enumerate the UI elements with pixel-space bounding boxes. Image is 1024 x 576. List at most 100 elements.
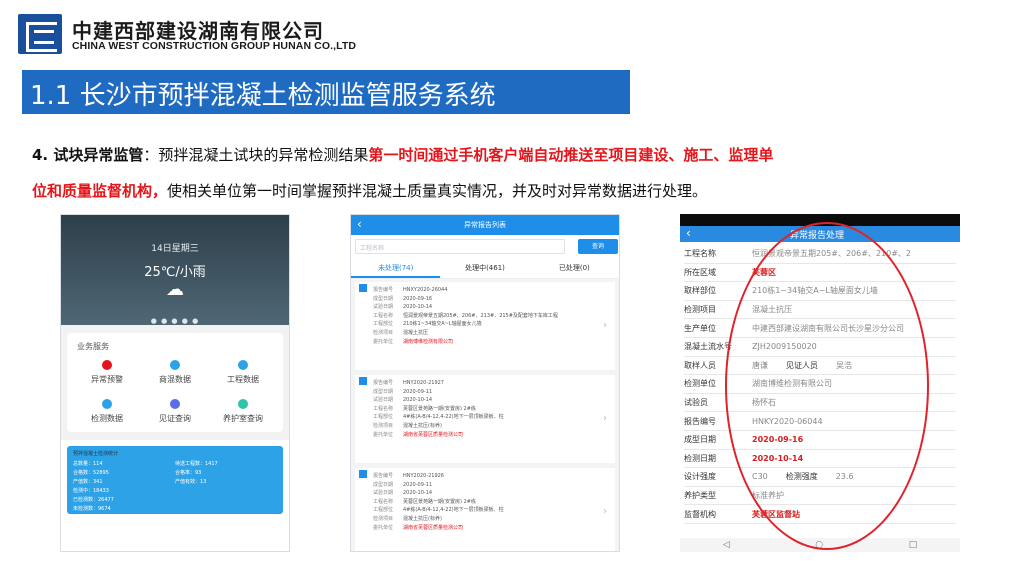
stats-panel: 预拌混凝土检测统计 总数量：114 待送工程数：1417 合格数：52895 合格率：… [67, 446, 283, 514]
field-label: 报告编号 [373, 287, 394, 293]
service-icon [102, 360, 112, 370]
recent-nav-icon[interactable]: □ [909, 540, 918, 550]
stat-item: 已检测数：26477 [73, 497, 114, 503]
detail-label: 试验员 [684, 398, 708, 408]
service-label: 养护室查询 [223, 414, 263, 423]
report-card[interactable]: 报告编号 HNY2020-21927 成型日期 2020-09-11 试验日期 2020-… [355, 375, 615, 463]
home-nav-icon[interactable]: ○ [815, 540, 823, 550]
detail-row: 检测日期 2020-10-14 [684, 450, 956, 469]
service-icon [238, 399, 248, 409]
detail-label: 工程名称 [684, 249, 716, 259]
stats-grid: 总数量：114 待送工程数：1417 合格数：52895 合格率：93 产值数：341 产… [73, 460, 277, 512]
detail-value: HNKY2020-06044 [752, 416, 823, 426]
detail-row: 所在区域 芙蓉区 [684, 264, 956, 283]
service-item[interactable]: 检测数据 [73, 399, 141, 424]
detail-label: 养护类型 [684, 491, 716, 501]
service-label: 见证查询 [159, 414, 191, 423]
report-field: 报告编号 HNXY2020-26044 [373, 286, 609, 295]
field-value: 湖南省芙蓉区质量检测公司 [403, 431, 464, 438]
report-field: 成型日期 2020-09-16 [373, 295, 609, 304]
page-title: 1.1 长沙市预拌混凝土检测监管服务系统 [30, 81, 496, 111]
service-item[interactable]: 养护室查询 [209, 399, 277, 424]
service-label: 工程数据 [227, 375, 259, 384]
detail-row: 报告编号 HNKY2020-06044 [684, 412, 956, 431]
service-icon [238, 360, 248, 370]
carousel-dots[interactable]: ● ● ● ● ● [61, 317, 289, 325]
stat-item: 产值数：341 [73, 479, 103, 485]
detail-value: ZJH2009150020 [752, 342, 817, 352]
service-item[interactable]: 工程数据 [209, 360, 277, 385]
field-value: 2020-10-14 [403, 490, 433, 497]
field-label: 成型日期 [373, 388, 394, 395]
field-label: 委托单位 [373, 524, 394, 531]
weather-temp: 25℃/小雨 [144, 265, 206, 280]
report-field: 工程部位 4#栋(A-B/4-12,4-22)地下一层顶板梁板、柱 [373, 506, 609, 515]
report-card[interactable]: 报告编号 HNY2020-21926 成型日期 2020-09-11 试验日期 2020-… [355, 468, 615, 551]
back-icon[interactable]: ‹ [686, 226, 691, 240]
detail-label: 生产单位 [684, 323, 716, 333]
detail-value: 标准养护 [752, 491, 784, 501]
report-field: 委托单位 湖南省芙蓉区质量检测公司 [373, 431, 609, 440]
field-value: 芙蓉区景苑路一期(安置房) 2#栋 [403, 498, 476, 505]
stat-item: 待送工程数：1417 [175, 461, 218, 467]
field-value: 210栋1~34轴交A~L轴屋面女儿墙 [403, 321, 482, 328]
stats-title: 预拌混凝土检测统计 [73, 451, 119, 457]
nav-bar: ‹ 异常报告列表 [351, 215, 619, 235]
stat-item: 合格率：93 [175, 470, 202, 476]
stat-item: 合格数：52895 [73, 470, 109, 476]
desc-highlight-1: 第一时间通过手机客户端自动推送至项目建设、施工、监理单 [368, 146, 774, 164]
back-nav-icon[interactable]: ◁ [723, 540, 730, 550]
detail-value: 恒润景观帝景五期205#、206#、210#、2 [752, 249, 912, 259]
report-field: 工程名称 芙蓉区景苑路一期(安置房) 2#栋 [373, 498, 609, 507]
field-label: 工程名称 [373, 405, 394, 412]
service-item[interactable]: 商混数据 [141, 360, 209, 385]
detail-label: 报告编号 [684, 416, 716, 426]
field-value: HNY2020-21926 [403, 473, 444, 479]
service-item[interactable]: 异常预警 [73, 360, 141, 385]
report-field: 成型日期 2020-09-11 [373, 481, 609, 490]
field-value: 恒润景观帝景五期205#、206#、213#、215#及配套地下车库工程 [403, 312, 558, 319]
field-label: 检测项目 [373, 422, 394, 429]
detail-row: 工程名称 恒润景观帝景五期205#、206#、210#、2 [684, 245, 956, 264]
status-bar [680, 214, 960, 226]
field-value: 混凝土抗压(标养) [403, 515, 442, 522]
search-button[interactable]: 查询 [578, 239, 618, 254]
system-nav-bar: ◁ ○ □ [680, 538, 960, 552]
detail-label: 取样人员 [684, 360, 716, 370]
flag-icon [359, 284, 367, 292]
report-field: 检测项目 混凝土抗压(标养) [373, 515, 609, 524]
report-field: 工程部位 210栋1~34轴交A~L轴屋面女儿墙 [373, 320, 609, 329]
report-field: 检测项目 混凝土抗压(标养) [373, 422, 609, 431]
nav-title: 异常报告处理 [790, 231, 845, 241]
section-title: 业务服务 [77, 342, 109, 351]
report-field: 试验日期 2020-10-14 [373, 489, 609, 498]
tab-processing[interactable]: 处理中(461) [440, 259, 529, 278]
detail-label: 混凝土流水号 [684, 342, 732, 352]
tab-processed[interactable]: 已处理(0) [530, 259, 619, 278]
stat-item: 产值有效：13 [175, 479, 207, 485]
detail-label: 检测单位 [684, 379, 716, 389]
field-value: 混凝土抗压(标养) [403, 422, 442, 429]
weather-date: 14日星期三 [151, 244, 199, 254]
detail-value: 芙蓉区监督站 [752, 509, 800, 519]
field-label: 成型日期 [373, 295, 394, 302]
nav-title: 异常报告列表 [464, 221, 506, 229]
report-field: 工程名称 恒润景观帝景五期205#、206#、213#、215#及配套地下车库工程 [373, 312, 609, 321]
tab-unprocessed[interactable]: 未处理(74) [351, 259, 441, 278]
field-value: 2020-10-14 [403, 397, 433, 404]
search-input[interactable]: 工程名称 [355, 239, 565, 254]
chevron-right-icon: › [603, 320, 607, 331]
field-label: 报告编号 [373, 380, 394, 386]
field-label: 试验日期 [373, 490, 394, 497]
company-name-en: CHINA WEST CONSTRUCTION GROUP HUNAN CO.,… [72, 40, 357, 52]
field-value: 芙蓉区景苑路一期(安置房) 2#栋 [403, 405, 476, 412]
service-label: 异常预警 [91, 375, 123, 384]
detail-value: 中建西部建设湖南有限公司长沙星沙分公司 [752, 323, 904, 333]
field-value: 混凝土抗压 [403, 329, 429, 336]
service-icon [170, 399, 180, 409]
detail-row: 监督机构 芙蓉区监督站 [684, 505, 956, 524]
detail-value: 2020-09-16 [752, 435, 804, 445]
report-card[interactable]: 报告编号 HNXY2020-26044 成型日期 2020-09-16 试验日期 2020… [355, 282, 615, 370]
service-item[interactable]: 见证查询 [141, 399, 209, 424]
detail-label: 检测项目 [684, 305, 716, 315]
